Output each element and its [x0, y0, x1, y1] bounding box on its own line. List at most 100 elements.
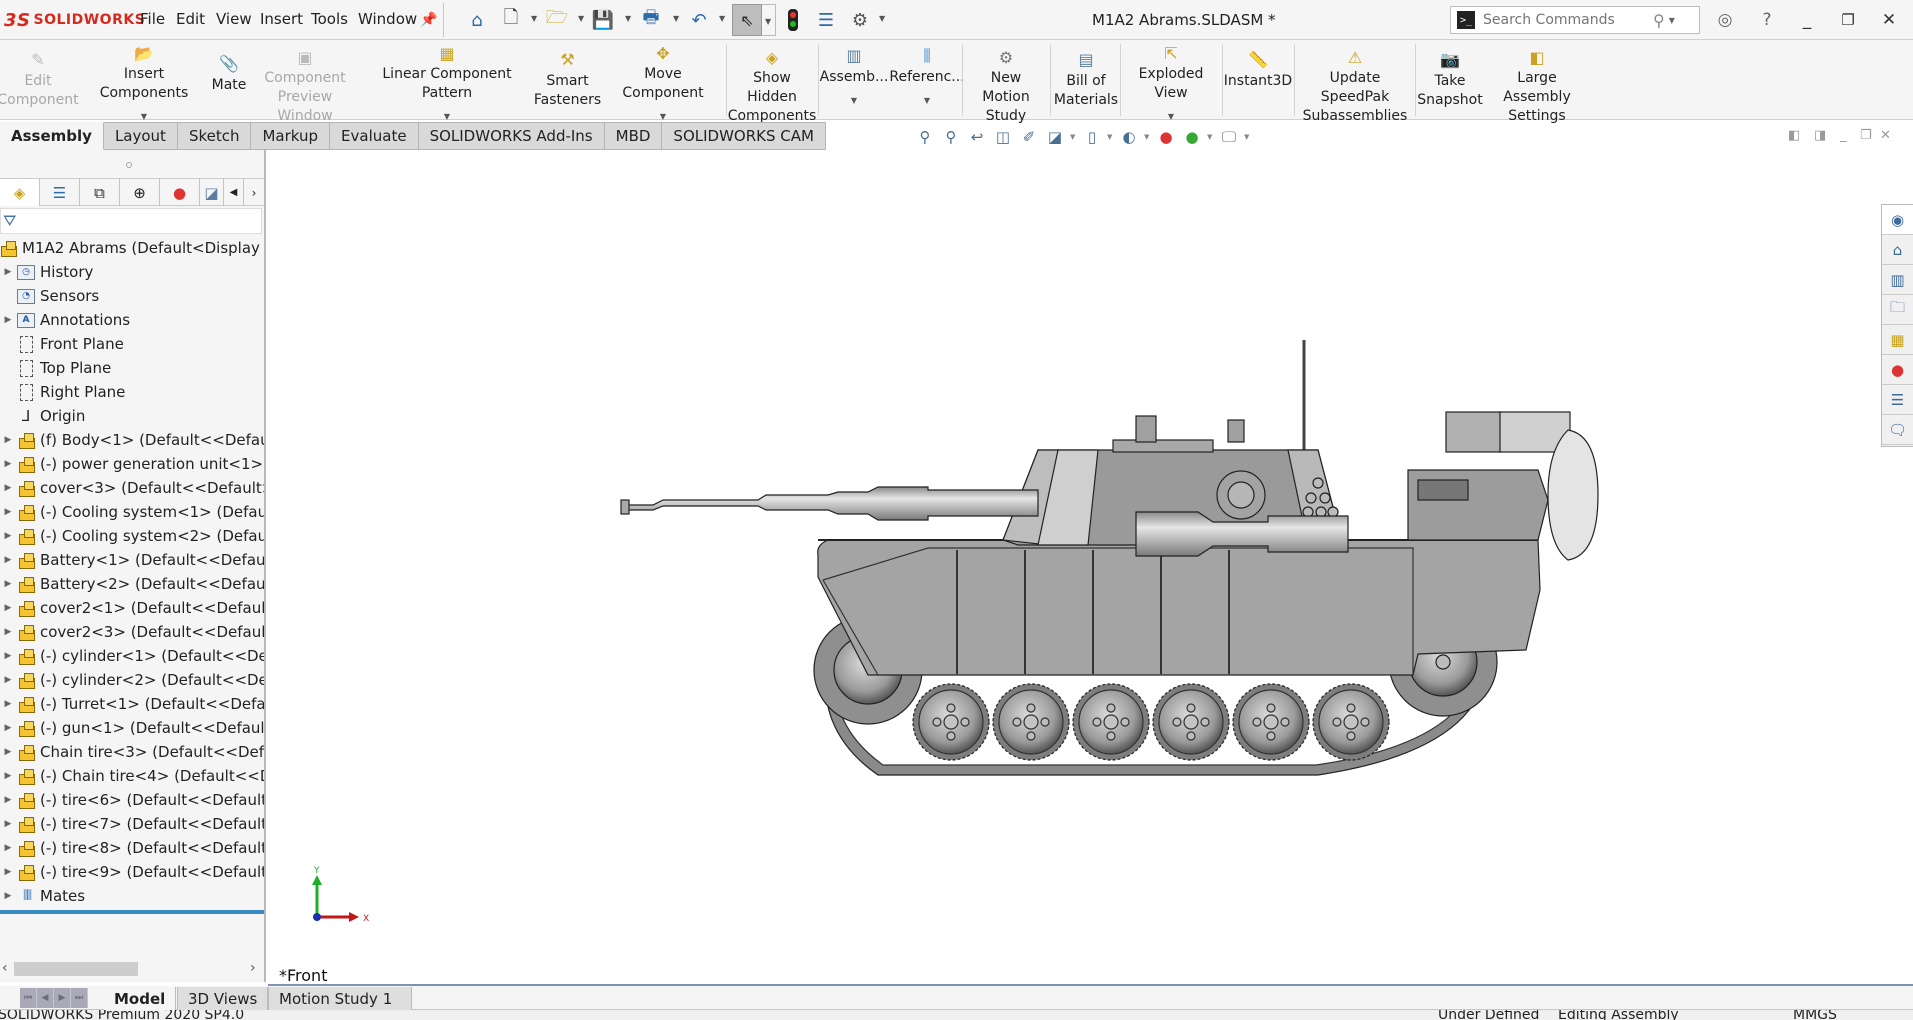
tree-item[interactable]: Right Plane: [0, 380, 264, 404]
featuremanager-tab-icon[interactable]: ◈: [0, 179, 40, 206]
tile-right-icon[interactable]: ◨: [1814, 128, 1826, 143]
menu-edit[interactable]: Edit: [176, 10, 205, 28]
tree-item[interactable]: Top Plane: [0, 356, 264, 380]
expand-arrow-icon[interactable]: ▶: [0, 555, 16, 565]
tile-left-icon[interactable]: ◧: [1788, 128, 1800, 143]
select-button[interactable]: ⇖: [732, 4, 762, 36]
close-icon[interactable]: ✕: [1877, 8, 1901, 32]
save-dropdown-icon[interactable]: ▼: [625, 14, 631, 23]
graphics-area[interactable]: ⚲ ⚲ ↩ ◫ ✐ ◪ ▼ ▯ ▼ ◐ ▼ ● ● ▼ 🖵 ▼ ◧ ◨ _ ❐ ✕: [268, 128, 1891, 982]
search-commands-box[interactable]: >_ ⚲ ▼: [1450, 6, 1700, 34]
file-explorer-icon[interactable]: 🗀: [1882, 295, 1913, 325]
scroll-tabs-right-icon[interactable]: ›: [244, 179, 264, 206]
properties-icon[interactable]: ☰: [813, 8, 839, 32]
reference-geometry-button[interactable]: ⫼ Referenc... ▼: [889, 42, 964, 118]
expand-arrow-icon[interactable]: ▶: [0, 771, 16, 781]
tree-item[interactable]: ▶ (-) Turret<1> (Default<<Default>: [0, 692, 264, 716]
restore-icon[interactable]: ❐: [1836, 8, 1860, 32]
chevron-down-icon[interactable]: ▼: [1168, 111, 1174, 123]
tree-item[interactable]: ▶ (-) power generation unit<1> (De: [0, 452, 264, 476]
tab-solidworks-cam[interactable]: SOLIDWORKS CAM: [662, 122, 826, 150]
apply-scene-icon[interactable]: ●: [1181, 126, 1203, 148]
tree-item[interactable]: ▶ (-) Cooling system<1> (Default<: [0, 500, 264, 524]
tab-markup[interactable]: Markup: [251, 122, 331, 150]
instant3d-button[interactable]: 📏 Instant3D: [1224, 42, 1292, 118]
open-folder-icon[interactable]: 🗁: [544, 7, 570, 32]
custom-properties-icon[interactable]: ☰: [1882, 385, 1913, 415]
tab-sketch[interactable]: Sketch: [177, 122, 252, 150]
tab-model[interactable]: Model: [104, 987, 177, 1010]
chevron-down-icon[interactable]: ▼: [1144, 133, 1151, 141]
expand-arrow-icon[interactable]: ▶: [0, 483, 16, 493]
expand-arrow-icon[interactable]: ▶: [0, 627, 16, 637]
expand-arrow-icon[interactable]: ▶: [0, 891, 16, 901]
print-icon[interactable]: 🖶: [638, 7, 664, 32]
zoom-to-area-icon[interactable]: ⚲: [940, 126, 962, 148]
tree-item[interactable]: ▶ (-) cylinder<1> (Default<<Defaul: [0, 644, 264, 668]
propertymanager-tab-icon[interactable]: ☰: [40, 179, 80, 206]
new-motion-study-button[interactable]: ⚙ New Motion Study: [966, 42, 1046, 124]
tab-assembly[interactable]: Assembly: [0, 122, 104, 150]
chevron-down-icon[interactable]: ▼: [924, 95, 930, 107]
tree-item[interactable]: ▶ ⦀⦀ Mates: [0, 884, 264, 908]
tree-item[interactable]: ⅃ Origin: [0, 404, 264, 428]
expand-arrow-icon[interactable]: ▶: [0, 675, 16, 685]
forum-icon[interactable]: 🗨: [1882, 415, 1913, 445]
move-component-button[interactable]: ✥ Move Component ▼: [602, 42, 724, 121]
home-icon[interactable]: ⌂: [1882, 235, 1913, 265]
edit-appearance-icon[interactable]: ●: [1155, 126, 1177, 148]
show-hidden-components-button[interactable]: ◈ Show Hidden Components: [728, 42, 817, 124]
tree-item[interactable]: ▶ (-) tire<9> (Default<<Default>_D: [0, 860, 264, 884]
tree-item[interactable]: ▶ (-) tire<8> (Default<<Default>_D: [0, 836, 264, 860]
tree-item[interactable]: ▶ (-) gun<1> (Default<<Default>_D: [0, 716, 264, 740]
search-input[interactable]: [1483, 12, 1653, 28]
dynamic-annotation-icon[interactable]: ✐: [1018, 126, 1040, 148]
hide-show-items-icon[interactable]: ◐: [1118, 126, 1140, 148]
expand-arrow-icon[interactable]: ▶: [0, 459, 16, 469]
expand-arrow-icon[interactable]: ▶: [0, 723, 16, 733]
zoom-to-fit-icon[interactable]: ⚲: [914, 126, 936, 148]
section-view-icon[interactable]: ◫: [992, 126, 1014, 148]
dimxpertmanager-tab-icon[interactable]: ⊕: [120, 179, 160, 206]
viewport-minimize-icon[interactable]: _: [1840, 128, 1847, 143]
undo-dropdown-icon[interactable]: ▼: [719, 14, 725, 23]
viewport-close-icon[interactable]: ✕: [1880, 128, 1891, 143]
update-speedpak-button[interactable]: ⚠ Update SpeedPak Subassemblies: [1298, 42, 1412, 124]
tree-item[interactable]: Front Plane: [0, 332, 264, 356]
design-library-icon[interactable]: ▥: [1882, 265, 1913, 295]
edit-component-button[interactable]: ✎ Edit Component: [0, 42, 79, 118]
expand-arrow-icon[interactable]: ▶: [0, 267, 16, 277]
bill-of-materials-button[interactable]: ▤ Bill of Materials: [1054, 42, 1118, 118]
rollback-bar[interactable]: [0, 910, 264, 914]
tree-item[interactable]: ▶ cover<3> (Default<<Default>_Di: [0, 476, 264, 500]
tree-item[interactable]: ▶ Battery<2> (Default<<Default>_: [0, 572, 264, 596]
display-style-icon[interactable]: ▯: [1081, 126, 1103, 148]
minimize-icon[interactable]: _: [1795, 8, 1819, 32]
open-dropdown-icon[interactable]: ▼: [578, 14, 584, 23]
tree-item[interactable]: ▶ (-) Cooling system<2> (Default<: [0, 524, 264, 548]
menu-file[interactable]: File: [140, 10, 165, 28]
tree-filter[interactable]: ⛛: [0, 208, 262, 234]
filter-icon[interactable]: ⛛: [3, 211, 16, 231]
expand-arrow-icon[interactable]: ▶: [0, 747, 16, 757]
previous-view-icon[interactable]: ↩: [966, 126, 988, 148]
scrollbar-thumb[interactable]: [14, 962, 138, 976]
print-dropdown-icon[interactable]: ▼: [673, 14, 679, 23]
tree-item[interactable]: ▶ (-) Chain tire<4> (Default<<Defa: [0, 764, 264, 788]
tree-item[interactable]: ▶ cover2<3> (Default<<Default>_D: [0, 620, 264, 644]
insert-components-button[interactable]: 📂 Insert Components ▼: [82, 42, 206, 121]
view-orientation-icon[interactable]: ◪: [1044, 126, 1066, 148]
new-document-icon[interactable]: 🗋: [498, 7, 524, 32]
menu-tools[interactable]: Tools: [311, 10, 348, 28]
select-dropdown[interactable]: ▼: [762, 4, 776, 36]
horizontal-scrollbar[interactable]: ‹ ›: [0, 960, 264, 978]
chevron-down-icon[interactable]: ▼: [1107, 133, 1114, 141]
tree-item[interactable]: ▶ A Annotations: [0, 308, 264, 332]
mate-button[interactable]: 📎 Mate: [206, 42, 252, 118]
view-settings-icon[interactable]: 🖵: [1218, 126, 1240, 148]
take-snapshot-button[interactable]: 📷 Take Snapshot: [1417, 42, 1482, 118]
tree-item[interactable]: ▶ (-) tire<7> (Default<<Default>_D: [0, 812, 264, 836]
tab-3d-views[interactable]: 3D Views: [177, 987, 269, 1010]
cam-tab-icon[interactable]: ◪: [200, 179, 224, 206]
appearances-icon[interactable]: ●: [1882, 355, 1913, 385]
